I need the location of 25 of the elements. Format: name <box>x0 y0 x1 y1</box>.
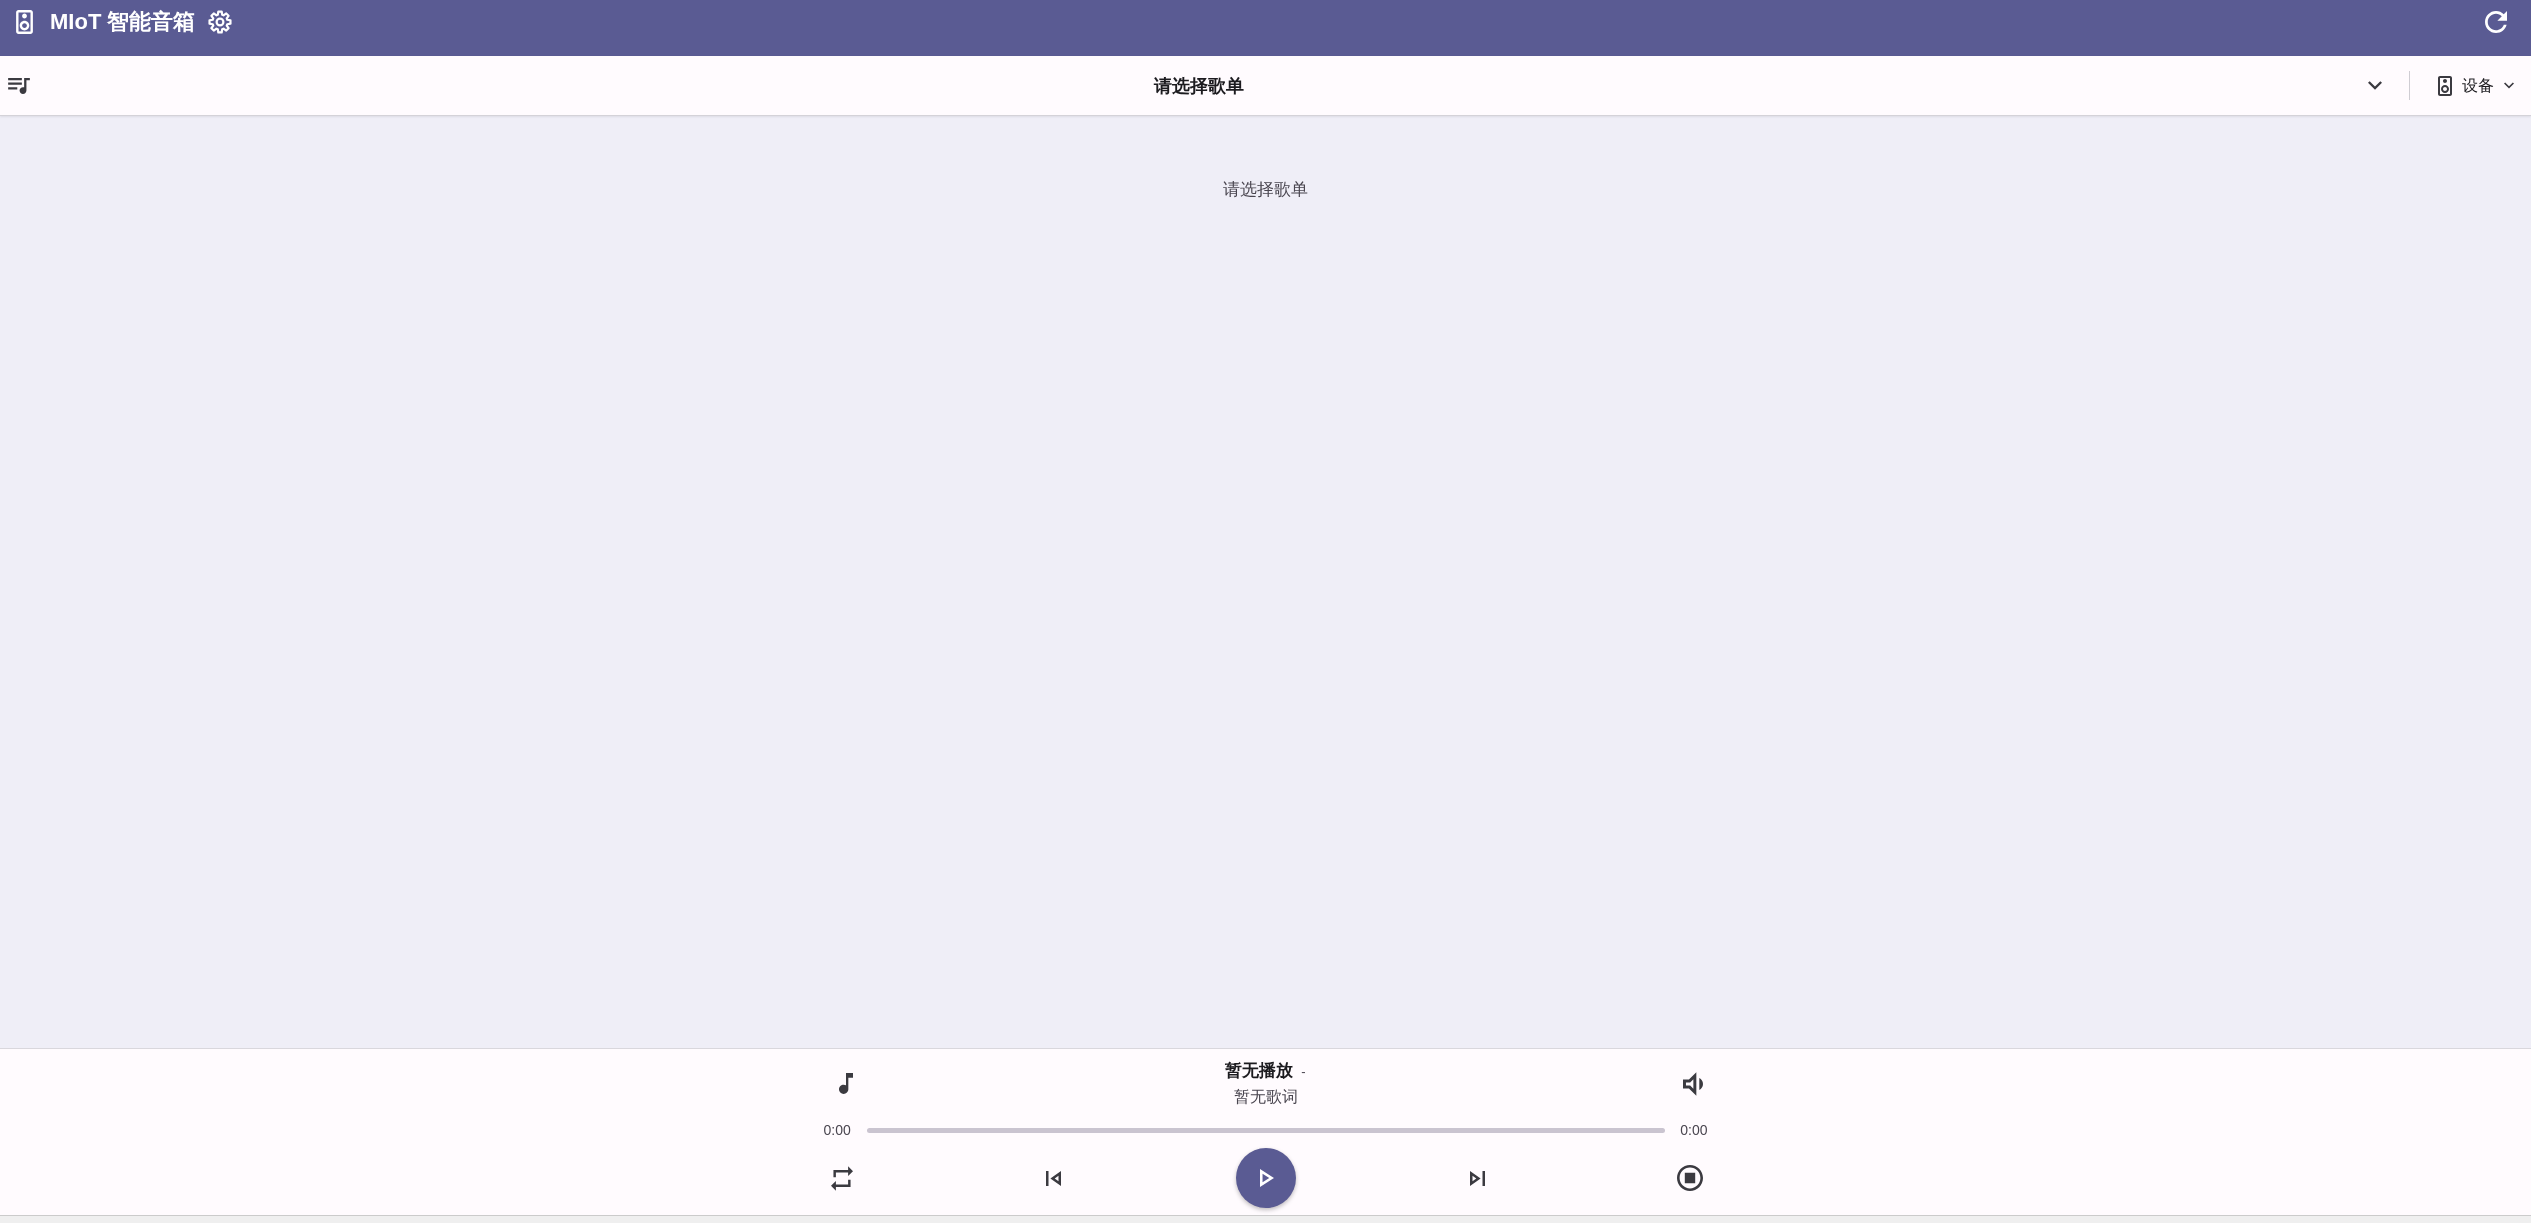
elapsed-time: 0:00 <box>823 1121 851 1140</box>
device-button[interactable]: 设备 <box>2438 74 2514 97</box>
playlist-icon[interactable] <box>8 77 30 94</box>
repeat-icon[interactable] <box>830 1164 853 1192</box>
settings-icon[interactable] <box>208 10 233 34</box>
music-note-icon[interactable] <box>838 1073 853 1094</box>
play-icon <box>1260 1169 1274 1187</box>
playlist-title: 请选择歌单 <box>1152 74 1245 98</box>
refresh-icon[interactable] <box>2485 11 2507 33</box>
play-button[interactable] <box>1235 1148 1296 1208</box>
skip-previous-icon[interactable] <box>1046 1170 1061 1186</box>
progress-track[interactable] <box>866 1127 1666 1133</box>
stop-icon[interactable] <box>1676 1165 1703 1191</box>
duration-time: 0:00 <box>1680 1121 1708 1140</box>
lyrics-text: 暂无歌词 <box>1233 1087 1298 1107</box>
chevron-down-icon <box>2504 82 2514 89</box>
skip-next-icon[interactable] <box>1470 1170 1485 1186</box>
volume-icon[interactable] <box>1682 1071 1703 1096</box>
speaker-icon <box>16 10 33 34</box>
empty-message: 请选择歌单 <box>1223 179 1308 201</box>
song-artist: - <box>1301 1063 1306 1081</box>
speaker-icon <box>2438 75 2452 96</box>
song-title: 暂无播放 <box>1225 1060 1294 1082</box>
app-title: MIoT 智能音箱 <box>50 10 196 34</box>
chevron-down-icon[interactable] <box>2368 81 2382 90</box>
